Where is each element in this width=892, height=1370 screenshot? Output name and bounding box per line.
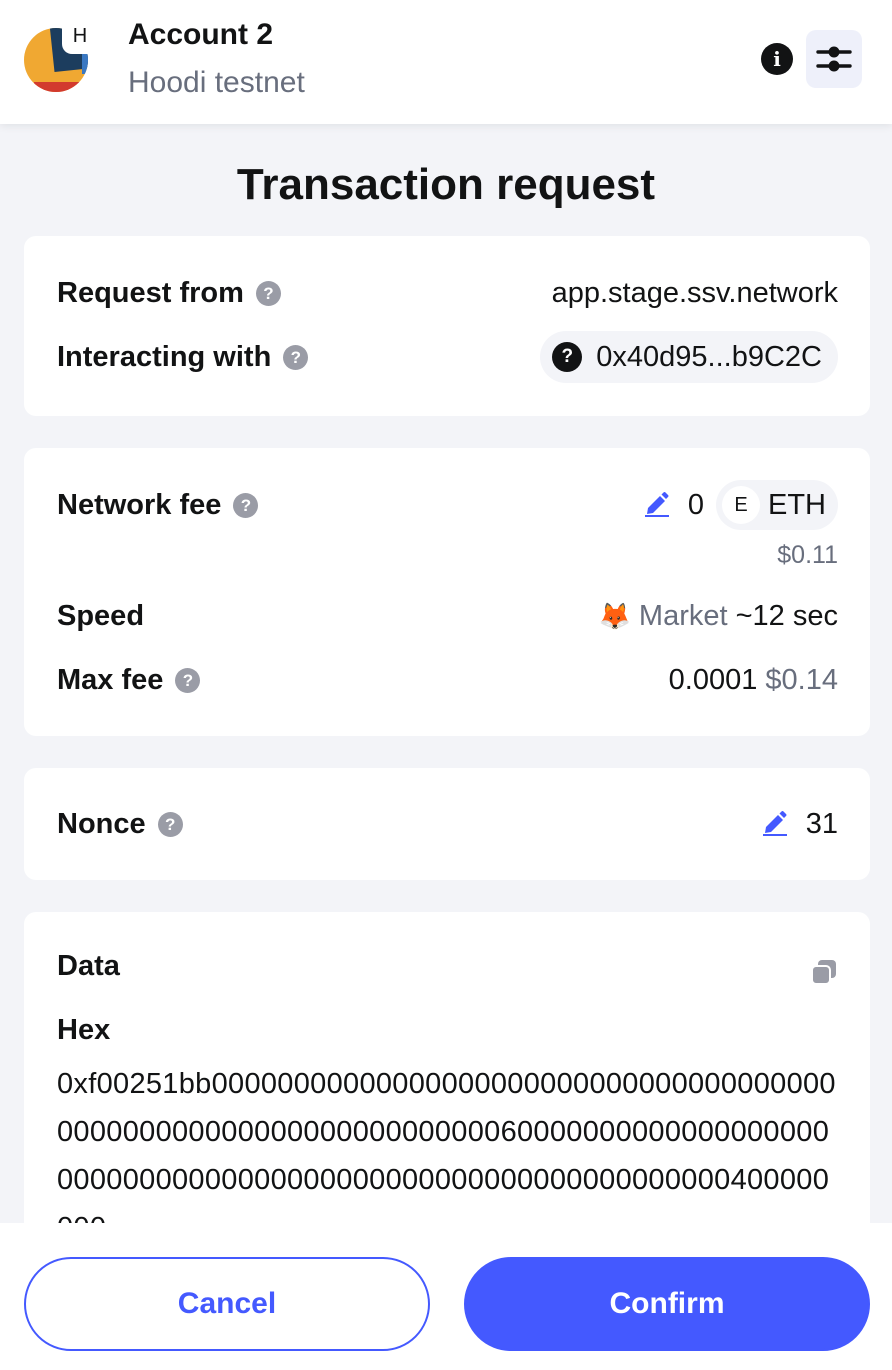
unknown-contract-icon: ? [552, 342, 583, 372]
question-icon[interactable]: ? [283, 344, 309, 370]
footer: Cancel Confirm [0, 1223, 892, 1370]
question-icon[interactable]: ? [233, 492, 259, 518]
network-fee-fiat: $0.11 [777, 540, 838, 569]
speed-mode: Market [638, 599, 728, 632]
nonce-label: Nonce [57, 807, 146, 840]
contract-address: 0x40d95...b9C2C [596, 340, 822, 373]
nonce-value: 31 [805, 807, 838, 840]
network-fee-row: Network fee ? 0 E ETH [57, 480, 838, 530]
network-name: Hoodi testnet [128, 66, 305, 99]
request-from-row: Request from ? app.stage.ssv.network [57, 276, 838, 310]
token-pill[interactable]: E ETH [716, 480, 838, 530]
copy-icon[interactable] [810, 958, 838, 991]
speed-label: Speed [57, 599, 145, 632]
nonce-row: Nonce ? 31 [57, 806, 838, 842]
edit-gas-icon[interactable] [644, 489, 670, 522]
eth-token-icon: E [722, 486, 760, 524]
max-fee-amount: 0.0001 [668, 663, 758, 696]
question-icon[interactable]: ? [255, 280, 281, 306]
question-icon[interactable]: ? [157, 811, 183, 837]
edit-nonce-icon[interactable] [762, 808, 788, 841]
fee-card: Network fee ? 0 E ETH $0.11 Speed 🦊 Mark… [24, 448, 870, 736]
header: H Account 2 Hoodi testnet i [0, 0, 892, 124]
confirm-button[interactable]: Confirm [464, 1257, 870, 1351]
info-icon[interactable]: i [761, 43, 793, 75]
contract-address-pill[interactable]: ? 0x40d95...b9C2C [540, 331, 838, 383]
question-icon[interactable]: ? [175, 667, 201, 693]
max-fee-fiat: $0.14 [765, 663, 838, 696]
hex-label: Hex [57, 1014, 111, 1046]
network-badge: H [64, 20, 96, 52]
data-label: Data [57, 950, 120, 982]
interacting-with-row: Interacting with ? ? 0x40d95...b9C2C [57, 331, 838, 383]
request-from-label: Request from [57, 276, 244, 309]
origin-card: Request from ? app.stage.ssv.network Int… [24, 236, 870, 416]
transaction-request-page: H Account 2 Hoodi testnet i Transaction … [0, 0, 892, 1370]
advanced-settings-button[interactable] [806, 30, 862, 88]
fox-icon: 🦊 [598, 600, 631, 631]
token-symbol: ETH [768, 488, 826, 521]
network-fee-label: Network fee [57, 488, 222, 521]
speed-value: 🦊 Market ~12 sec [599, 600, 838, 633]
interacting-with-label: Interacting with [57, 340, 272, 373]
account-name[interactable]: Account 2 [128, 18, 273, 52]
speed-row: Speed 🦊 Market ~12 sec [57, 598, 838, 634]
max-fee-row: Max fee ? 0.0001 $0.14 [57, 662, 838, 698]
network-fee-fiat-row: $0.11 [57, 538, 838, 572]
network-fee-amount: 0 [687, 488, 704, 521]
sliders-icon [816, 46, 852, 72]
max-fee-label: Max fee [57, 663, 164, 696]
nonce-card: Nonce ? 31 [24, 768, 870, 880]
speed-time: ~12 sec [735, 599, 838, 632]
page-title: Transaction request [236, 160, 656, 209]
cancel-button[interactable]: Cancel [24, 1257, 430, 1351]
request-from-value: app.stage.ssv.network [551, 276, 838, 309]
